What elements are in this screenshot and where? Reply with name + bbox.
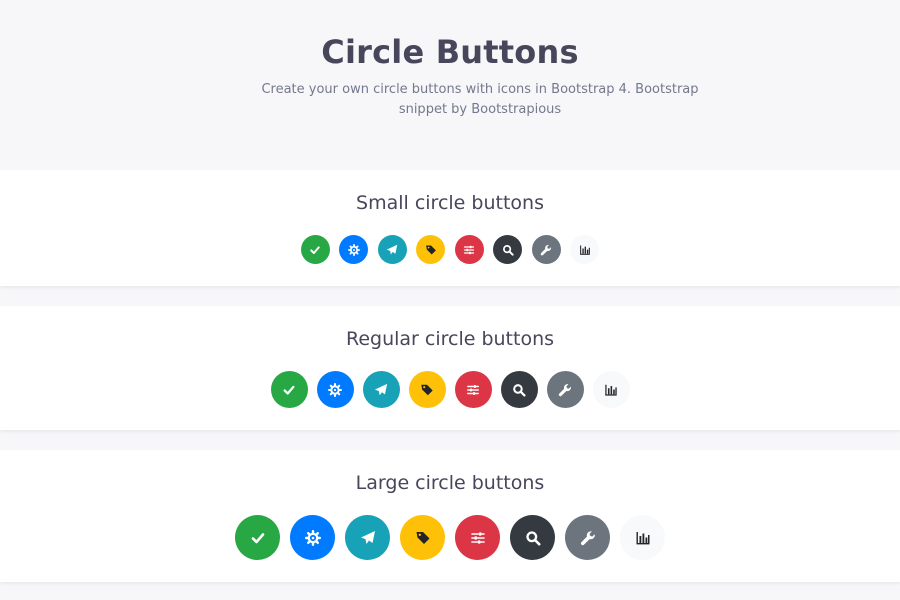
wrench-icon: [558, 383, 571, 396]
paper-plane-icon: [360, 530, 375, 544]
button-row-small: [0, 235, 900, 264]
secondary-circle-button-large[interactable]: [565, 515, 610, 560]
hero-header: Circle Buttons Create your own circle bu…: [0, 0, 900, 170]
check-icon: [310, 245, 320, 254]
info-circle-button-regular[interactable]: [362, 371, 400, 408]
button-row-regular: [0, 371, 900, 408]
tags-icon: [416, 531, 429, 544]
tags-icon: [425, 245, 436, 254]
light-circle-button-small[interactable]: [570, 235, 600, 264]
light-circle-button-regular[interactable]: [592, 371, 630, 408]
bar-chart-icon: [605, 384, 617, 396]
dark-circle-button-small[interactable]: [493, 235, 523, 264]
dark-circle-button-regular[interactable]: [500, 371, 538, 408]
paper-plane-icon: [387, 244, 398, 254]
sliders-icon: [467, 384, 479, 395]
secondary-circle-button-small[interactable]: [531, 235, 561, 264]
warning-circle-button-large[interactable]: [400, 515, 445, 560]
bar-chart-icon: [636, 531, 649, 544]
search-icon: [525, 530, 540, 545]
wrench-icon: [540, 244, 552, 255]
tags-icon: [421, 384, 433, 395]
secondary-circle-button-regular[interactable]: [546, 371, 584, 408]
warning-circle-button-small[interactable]: [416, 235, 446, 264]
button-row-large: [0, 515, 900, 560]
page-subtitle: Create your own circle buttons with icon…: [261, 82, 699, 117]
section-title-small: Small circle buttons: [356, 192, 544, 214]
primary-circle-button-large[interactable]: [290, 515, 335, 560]
warning-circle-button-regular[interactable]: [408, 371, 446, 408]
light-circle-button-large[interactable]: [620, 515, 665, 560]
dark-circle-button-large[interactable]: [510, 515, 555, 560]
page-title: Circle Buttons: [321, 33, 579, 71]
info-circle-button-large[interactable]: [345, 515, 390, 560]
danger-circle-button-large[interactable]: [455, 515, 500, 560]
primary-circle-button-regular[interactable]: [316, 371, 354, 408]
bar-chart-icon: [579, 245, 590, 255]
small-buttons-section: Small circle buttons: [0, 170, 900, 286]
large-buttons-section: Large circle buttons: [0, 450, 900, 582]
paper-plane-icon: [374, 383, 388, 395]
wrench-icon: [580, 530, 595, 545]
cog-icon: [304, 529, 321, 546]
check-icon: [283, 385, 295, 395]
sliders-icon: [464, 245, 475, 254]
primary-circle-button-small[interactable]: [339, 235, 369, 264]
section-title-large: Large circle buttons: [355, 472, 545, 494]
section-title-regular: Regular circle buttons: [345, 328, 555, 350]
check-icon: [251, 532, 264, 543]
success-circle-button-small[interactable]: [300, 235, 330, 264]
info-circle-button-small[interactable]: [377, 235, 407, 264]
sliders-icon: [470, 531, 485, 544]
cog-icon: [328, 382, 342, 397]
success-circle-button-large[interactable]: [235, 515, 280, 560]
danger-circle-button-regular[interactable]: [454, 371, 492, 408]
danger-circle-button-small[interactable]: [454, 235, 484, 264]
regular-buttons-section: Regular circle buttons: [0, 306, 900, 430]
search-icon: [513, 383, 526, 397]
cog-icon: [347, 243, 360, 256]
success-circle-button-regular[interactable]: [270, 371, 308, 408]
search-icon: [502, 244, 514, 256]
